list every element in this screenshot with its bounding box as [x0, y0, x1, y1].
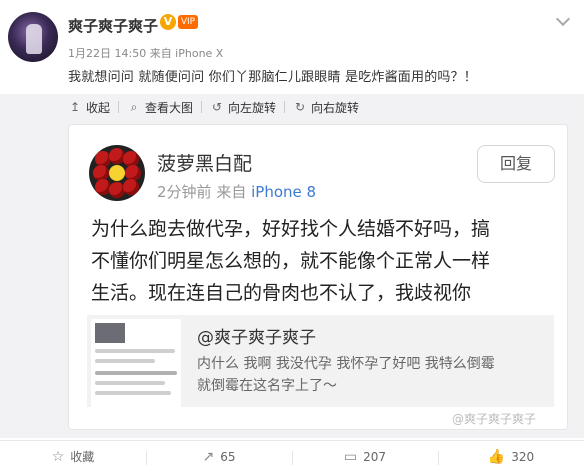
image-toolbar: ↥ 收起 ⌕ 查看大图 ↺ 向左旋转 ↻ 向右旋转: [68, 98, 359, 116]
card-time: 2分钟前: [157, 183, 212, 201]
card-username: 菠萝黑白配: [157, 153, 253, 175]
verified-icon: V: [160, 14, 176, 30]
username[interactable]: 爽子爽子爽子: [68, 15, 158, 36]
card-body-line: 不懂你们明星怎么想的，就不能像个正常人一样: [91, 250, 491, 272]
rotate-right-label: 向右旋转: [311, 100, 360, 115]
chevron-down-icon[interactable]: [552, 12, 574, 28]
favorite-label: 收藏: [70, 450, 95, 464]
collapse-label: 收起: [86, 100, 111, 115]
toolbar-divider: [201, 101, 203, 113]
rotate-right-button[interactable]: ↻ 向右旋转: [293, 99, 359, 116]
thumbnail-line: [95, 359, 155, 363]
collapse-button[interactable]: ↥ 收起: [68, 99, 110, 116]
quote-thumbnail: [91, 319, 181, 407]
rotate-left-button[interactable]: ↺ 向左旋转: [210, 99, 276, 116]
repost-count: 65: [220, 449, 236, 464]
thumbs-up-icon: 👍: [487, 448, 506, 465]
thumbnail-line: [95, 391, 171, 395]
card-device: iPhone 8: [251, 183, 317, 201]
view-large-button[interactable]: ⌕ 查看大图: [127, 99, 193, 116]
rose-petal: [123, 179, 139, 195]
card-body-line: 为什么跑去做代孕，好好找个人结婚不好吗，搞: [91, 218, 491, 240]
like-count: 320: [511, 449, 535, 464]
quote-text-line: 就倒霉在这名字上了～: [197, 378, 337, 394]
rotate-right-icon: ↻: [295, 100, 306, 114]
thumbnail-photo: [95, 323, 125, 343]
card-from: 来自: [216, 183, 247, 201]
repost-icon: ↗: [202, 448, 215, 465]
collapse-icon: ↥: [69, 100, 81, 114]
quote-text-line: 内什么 我啊 我没代孕 我怀孕了好吧 我特么倒霉: [197, 356, 495, 372]
rotate-left-label: 向左旋转: [228, 100, 277, 115]
card-body: 为什么跑去做代孕，好好找个人结婚不好吗，搞 不懂你们明星怎么想的，就不能像个正常…: [91, 213, 561, 309]
avatar-figure: [26, 24, 42, 54]
action-bar: ☆ 收藏 ↗ 65 ▭ 207 👍 320: [0, 440, 584, 472]
quote-text: 内什么 我啊 我没代孕 我怀孕了好吧 我特么倒霉 就倒霉在这名字上了～: [197, 353, 549, 397]
like-button[interactable]: 👍 320: [438, 449, 584, 465]
reply-button: 回复: [477, 145, 555, 183]
view-large-label: 查看大图: [145, 100, 194, 115]
thumbnail-line: [95, 371, 177, 375]
favorite-button[interactable]: ☆ 收藏: [0, 448, 146, 465]
post-header: 爽子爽子爽子 V VIP 1月22日 14:50 来自 iPhone X: [0, 0, 584, 62]
quoted-post: @爽子爽子爽子 内什么 我啊 我没代孕 我怀孕了好吧 我特么倒霉 就倒霉在这名字…: [87, 315, 554, 407]
star-icon: ☆: [51, 448, 65, 465]
vip-icon[interactable]: VIP: [178, 15, 198, 29]
comment-button[interactable]: ▭ 207: [292, 449, 438, 465]
thumbnail-line: [95, 349, 175, 353]
avatar[interactable]: [8, 12, 58, 62]
toolbar-divider: [284, 101, 286, 113]
screenshot-image[interactable]: 菠萝黑白配 2分钟前 来自 iPhone 8 回复 为什么跑去做代孕，好好找个人…: [68, 124, 568, 430]
post-meta: 1月22日 14:50 来自 iPhone X: [68, 47, 224, 60]
repost-button[interactable]: ↗ 65: [146, 449, 292, 465]
zoom-icon: ⌕: [130, 99, 138, 114]
smiley-face: [109, 165, 125, 181]
post-text: 我就想问问 就随便问问 你们丫那脑仁儿跟眼睛 是吃炸酱面用的吗？！: [68, 70, 477, 85]
comment-icon: ▭: [343, 448, 358, 465]
card-body-line: 生活。现在连自己的骨肉也不认了，我歧视你: [91, 282, 472, 304]
quote-username: @爽子爽子爽子: [197, 328, 316, 348]
weibo-watermark: @爽子爽子爽子: [452, 412, 537, 426]
card-meta: 2分钟前 来自 iPhone 8: [157, 181, 316, 202]
rotate-left-icon: ↺: [212, 100, 223, 114]
comment-count: 207: [363, 449, 387, 464]
thumbnail-line: [95, 381, 165, 385]
rose-avatar: [89, 145, 145, 201]
toolbar-divider: [118, 101, 120, 113]
